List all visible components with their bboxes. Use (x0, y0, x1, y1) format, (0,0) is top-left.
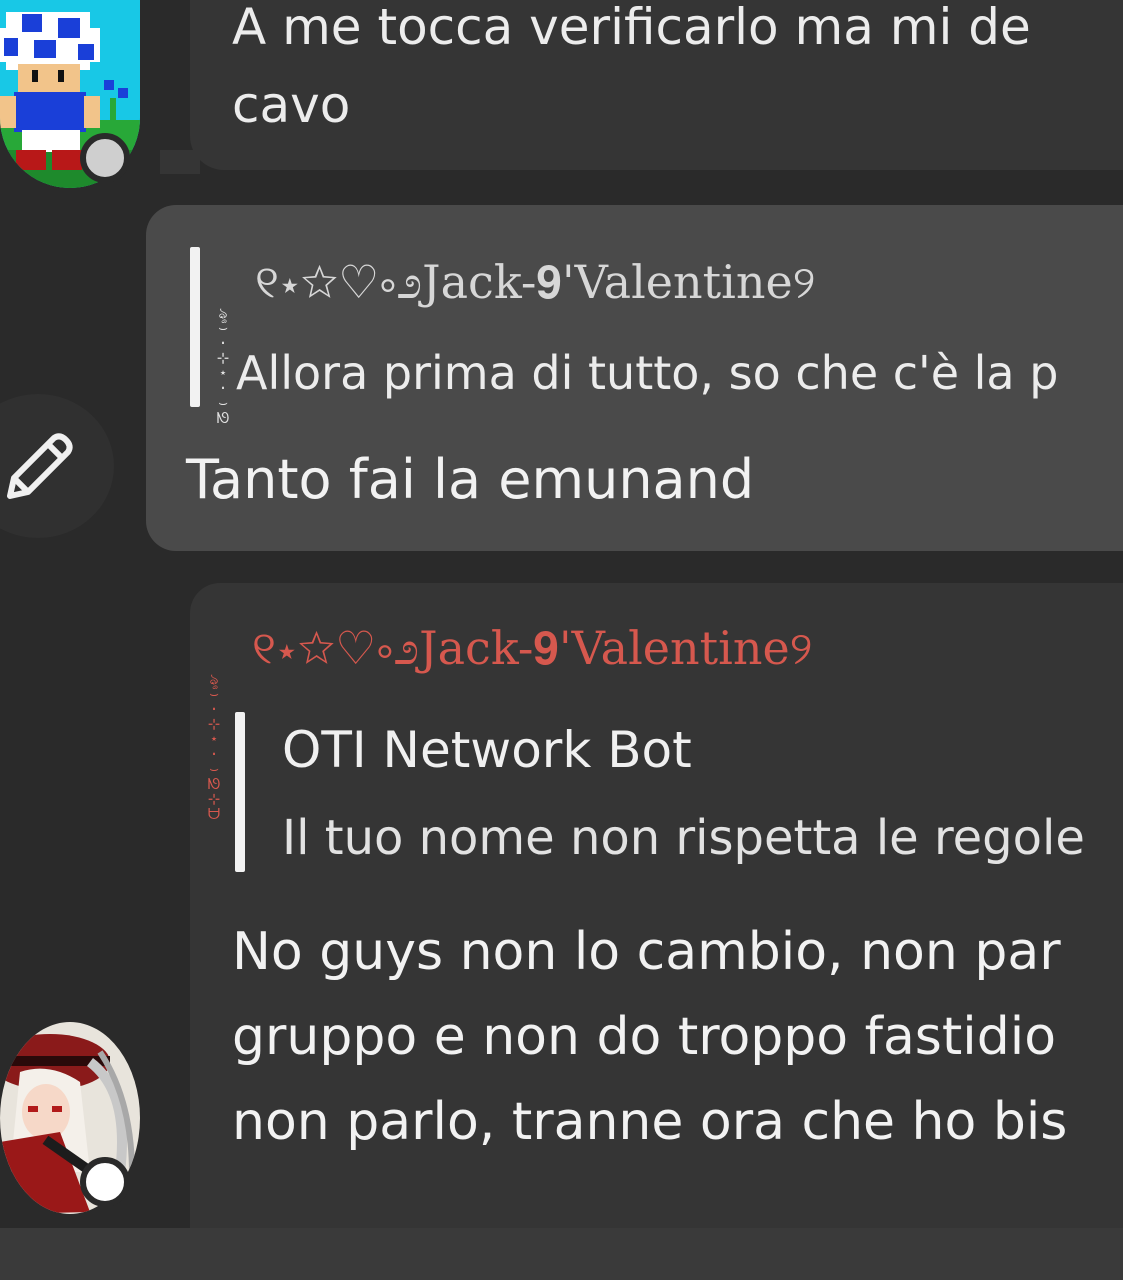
message-line: non parlo, tranne ora che ho bis (232, 1092, 1068, 1152)
online-status-indicator (80, 133, 130, 183)
message-author-name[interactable]: ୧⋆☆♡༚೨Jack-𝟗'Valentine୨ (252, 612, 813, 684)
quoted-message-text[interactable]: Allora prima di tutto, so che c'è la p (236, 338, 1058, 408)
quoted-author-name[interactable]: OTI Network Bot (282, 714, 692, 786)
message-line: A me tocca verificarlo ma mi de (232, 0, 1031, 56)
pencil-icon (7, 433, 73, 499)
message-line: cavo (232, 76, 351, 134)
quoted-author-name: ୧⋆☆♡༚೨Jack-𝟗'Valentine୨ (255, 255, 816, 309)
author-decoration: ৡ⌣·⊹⋆·⌣ᘚ⊹ᗨ (207, 670, 221, 823)
author-decoration: ৡ⌣·⊹⋆·⌣ᘚ (216, 304, 230, 427)
message-line: gruppo e non do troppo fastidio (232, 1007, 1057, 1067)
reply-quote-bar (190, 247, 200, 407)
online-status-indicator (80, 1157, 130, 1207)
quoted-message-text[interactable]: Il tuo nome non rispetta le regole (282, 802, 1085, 874)
reply-quote-bar (235, 712, 245, 872)
message-line: No guys non lo cambio, non par (232, 922, 1061, 982)
message-text: Tanto fai la emunand (186, 448, 755, 511)
message-text: No guys non lo cambio, non par gruppo e … (232, 910, 1123, 1165)
chat-viewport: A me tocca verificarlo ma mi de cavo ୧⋆☆… (0, 0, 1123, 1280)
message-input-bar[interactable] (0, 1228, 1123, 1280)
edit-button[interactable] (0, 394, 114, 538)
message-text: A me tocca verificarlo ma mi de cavo (232, 0, 1123, 144)
bubble-tail (160, 150, 200, 174)
